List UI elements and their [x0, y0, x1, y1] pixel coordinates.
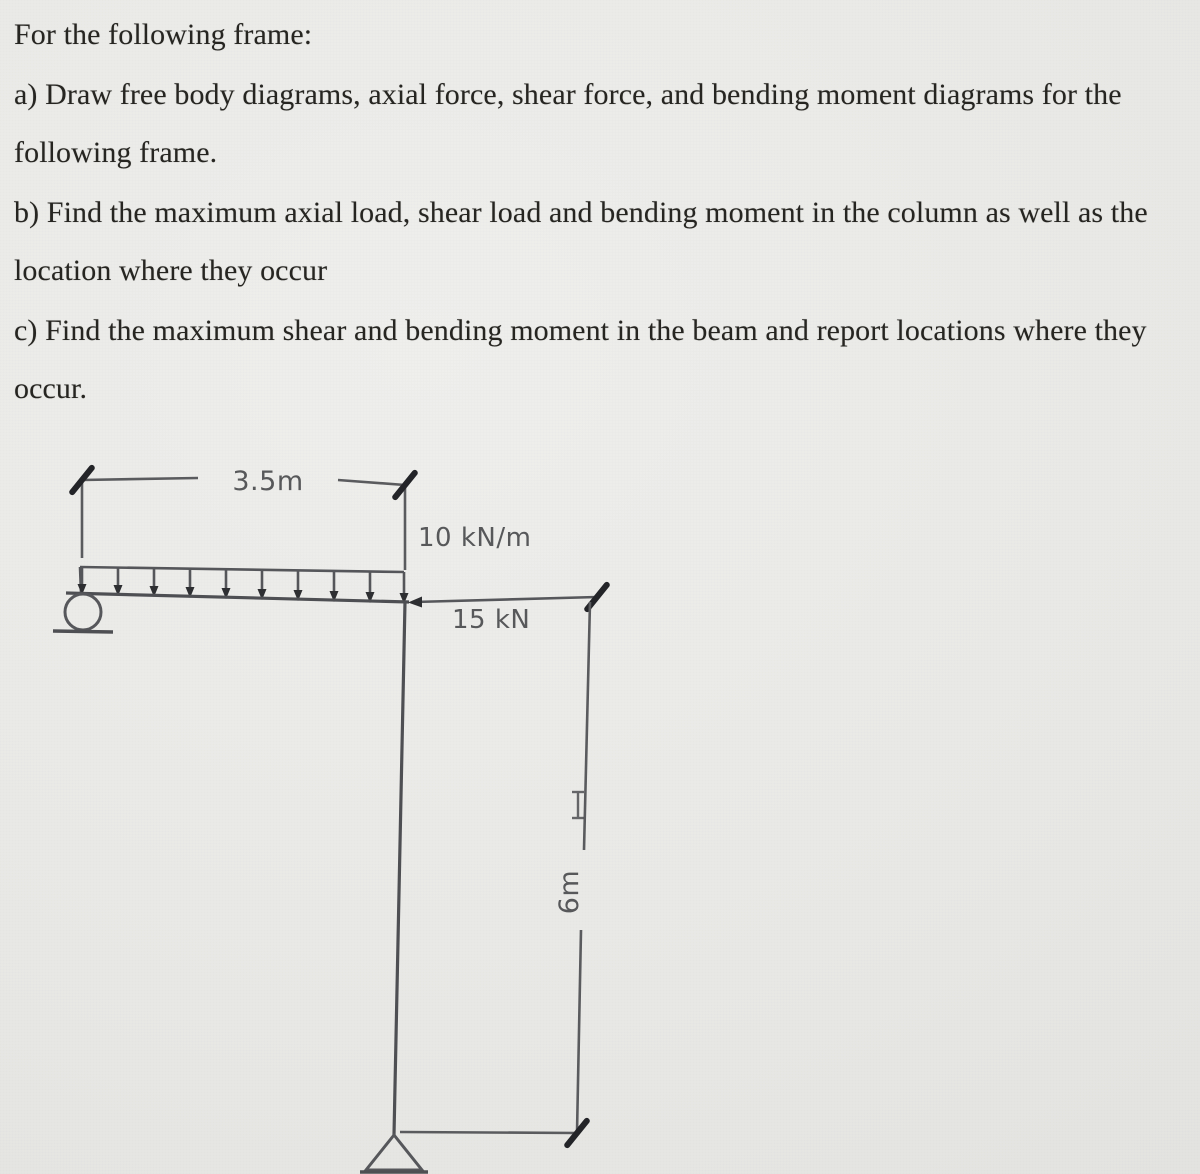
load-arrow: [113, 568, 123, 596]
frame-diagram: 3.5m 10 kN/m 15 kN 6m: [0, 430, 1200, 1174]
question-a-line-2: following frame.: [14, 136, 218, 169]
question-b-line-1: b) Find the maximum axial load, shear lo…: [14, 196, 1148, 229]
dimension-line-right-segment: [337, 478, 406, 487]
load-arrow: [365, 571, 375, 603]
pin-support-icon: [360, 1132, 428, 1174]
load-arrow: [149, 568, 159, 597]
question-c-line-2: occur.: [14, 372, 88, 405]
load-arrow: [293, 570, 303, 601]
dimension-line-upper-segment: [582, 601, 592, 851]
distributed-load: 10 kN/m: [77, 523, 531, 604]
distributed-load-label: 10 kN/m: [418, 523, 531, 553]
question-text-block: For the following frame: a) Draw free bo…: [14, 6, 1184, 420]
question-c: c) Find the maximum shear and bending mo…: [14, 302, 1184, 418]
column-height-label: 6m: [554, 870, 585, 914]
point-load-15kn: 15 kN: [408, 585, 609, 635]
point-load-arrowhead-icon: [408, 596, 422, 608]
load-arrow: [185, 569, 195, 598]
prompt-line: For the following frame:: [14, 18, 313, 51]
dimension-beam-span: 3.5m: [70, 466, 417, 570]
point-load-line: [413, 595, 598, 604]
load-arrow: [399, 572, 409, 604]
column-member: [392, 601, 407, 1136]
roller-support-icon: [52, 592, 114, 634]
pin-triangle: [362, 1132, 426, 1172]
distributed-load-top-line: [79, 565, 405, 574]
question-a-line-1: a) Draw free body diagrams, axial force,…: [14, 78, 1122, 111]
load-arrow: [257, 570, 267, 600]
load-arrow: [329, 571, 339, 602]
beam-span-label: 3.5m: [232, 466, 303, 497]
dimension-column-height: 6m: [399, 601, 592, 1145]
frame-diagram-svg: 3.5m 10 kN/m 15 kN 6m: [52, 430, 1200, 1174]
question-b: b) Find the maximum axial load, shear lo…: [14, 184, 1184, 300]
question-a: a) Draw free body diagrams, axial force,…: [14, 66, 1184, 182]
roller-ground-line: [52, 629, 114, 634]
question-b-line-2: location where they occur: [14, 254, 328, 287]
dimension-line-lower-segment: [575, 929, 583, 1134]
dimension-line-left-segment: [81, 476, 199, 482]
roller-circle: [63, 592, 103, 632]
load-arrow: [77, 567, 87, 595]
text-cursor-artifact-icon: [572, 790, 584, 820]
question-c-line-1: c) Find the maximum shear and bending mo…: [14, 314, 1147, 347]
dimension-extension-bottom: [399, 1130, 578, 1135]
load-arrow: [221, 569, 231, 599]
point-load-label: 15 kN: [452, 605, 530, 635]
beam-member: [65, 591, 410, 604]
